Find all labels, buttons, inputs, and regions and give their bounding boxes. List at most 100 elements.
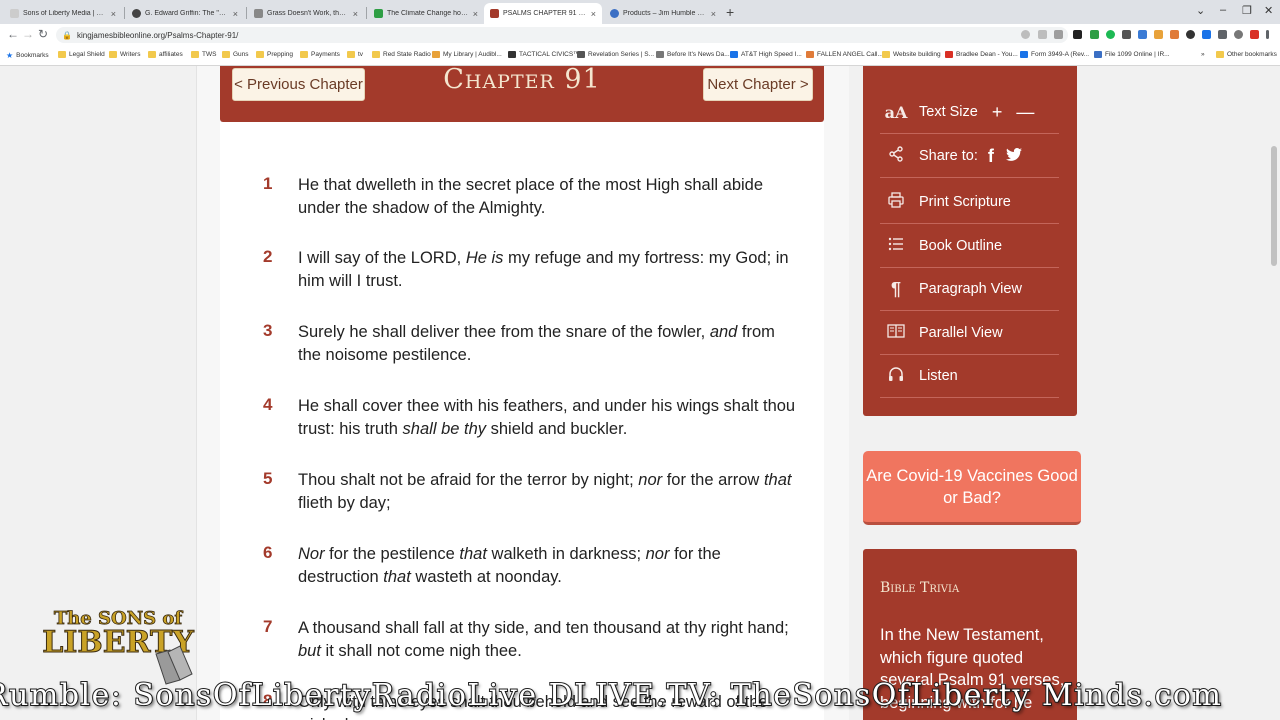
tab-close-icon[interactable]: × [111, 9, 116, 19]
verse-number[interactable]: 7 [263, 617, 283, 637]
parallel-view-label: Parallel View [919, 325, 1003, 341]
verse-text: He shall cover thee with his feathers, a… [298, 395, 798, 440]
verse-italic-text: that [383, 567, 411, 586]
extension-icon[interactable] [1250, 30, 1259, 39]
bookmark-item[interactable]: Form 3949-A (Rev... [1020, 51, 1089, 58]
bookmark-item[interactable]: affiliates [148, 51, 183, 58]
bookmark-item[interactable]: Website building [882, 51, 941, 58]
extension-icon[interactable] [1106, 30, 1115, 39]
share-page-icon[interactable] [1038, 30, 1047, 39]
tab-favicon-icon [254, 9, 263, 18]
text-size-row: aA Text Size + — [880, 91, 1059, 134]
browser-tab-active[interactable]: PSALMS CHAPTER 91 KJV × [484, 3, 602, 24]
extensions-puzzle-icon[interactable] [1218, 30, 1227, 39]
twitter-icon[interactable] [1005, 146, 1022, 167]
bookmark-item[interactable]: Red State Radio [372, 51, 431, 58]
verse-number[interactable]: 6 [263, 543, 283, 563]
bookmarks-overflow-button[interactable]: » [1201, 51, 1205, 58]
bookmark-star-icon[interactable] [1054, 30, 1063, 39]
bookmark-item[interactable]: My Library | Audibl... [432, 51, 502, 58]
tab-close-icon[interactable]: × [473, 9, 478, 19]
share-label: Share to: [919, 148, 978, 164]
scrollbar-thumb[interactable] [1271, 146, 1277, 266]
bookmark-item[interactable]: Payments [300, 51, 340, 58]
next-chapter-button[interactable]: Next Chapter > [703, 68, 813, 101]
bookmark-item[interactable]: Bradlee Dean - You... [945, 51, 1018, 58]
tab-close-icon[interactable]: × [711, 9, 716, 19]
verse-number[interactable]: 4 [263, 395, 283, 415]
browser-tab[interactable]: Products – Jim Humble Books × [604, 3, 722, 24]
new-tab-button[interactable]: + [726, 4, 734, 20]
bookmark-item[interactable]: tv [347, 51, 363, 58]
bookmark-item[interactable]: File 1099 Online | IR... [1094, 51, 1170, 58]
text-size-increase-button[interactable]: + [992, 102, 1003, 123]
bookmark-item[interactable]: Prepping [256, 51, 293, 58]
print-scripture-button[interactable]: Print Scripture [880, 181, 1059, 224]
back-arrow-icon[interactable]: ← [7, 27, 19, 41]
bookmark-item[interactable]: FALLEN ANGEL Call... [806, 51, 883, 58]
verse-number[interactable]: 1 [263, 174, 283, 194]
browser-tab[interactable]: The Climate Change hoax is a gl... × [368, 3, 484, 24]
facebook-icon[interactable]: f [988, 146, 994, 167]
bookmark-item[interactable]: TACTICAL CIVICS™ [508, 51, 580, 58]
verse-number[interactable]: 3 [263, 321, 283, 341]
browser-tab[interactable]: Sons of Liberty Media | Liberty &... × [4, 3, 122, 24]
tab-separator [246, 7, 247, 19]
share-row: Share to: f [880, 135, 1059, 178]
other-bookmarks[interactable]: Other bookmarks [1216, 51, 1277, 58]
bookmark-item[interactable]: Legal Shield [58, 51, 105, 58]
bookmark-item[interactable]: Guns [222, 51, 249, 58]
verse-number[interactable]: 8 [263, 691, 283, 711]
text-size-decrease-button[interactable]: — [1016, 102, 1034, 123]
browser-tab[interactable]: G. Edward Griffin: The "Science" ... × [126, 3, 244, 24]
extension-icon[interactable] [1170, 30, 1179, 39]
bookmark-item[interactable]: TWS [191, 51, 216, 58]
extension-icon[interactable] [1090, 30, 1099, 39]
paragraph-view-button[interactable]: ¶ Paragraph View [880, 268, 1059, 311]
extension-icon[interactable] [1154, 30, 1163, 39]
close-window-icon[interactable]: ✕ [1264, 4, 1273, 17]
verse-number[interactable]: 2 [263, 247, 283, 267]
tab-separator [124, 7, 125, 19]
reload-icon[interactable]: ↻ [38, 27, 48, 41]
site-icon [1020, 51, 1028, 58]
zoom-icon[interactable] [1021, 30, 1030, 39]
star-icon: ★ [6, 51, 14, 60]
tab-favicon-icon [490, 9, 499, 18]
folder-icon [109, 51, 117, 58]
extension-icon[interactable] [1186, 30, 1195, 39]
previous-chapter-button[interactable]: < Previous Chapter [232, 68, 365, 101]
verse-text-run: for the pestilence [324, 545, 460, 563]
verse-italic-text: that [763, 471, 792, 489]
extension-icon[interactable] [1122, 30, 1131, 39]
extension-icon[interactable] [1073, 30, 1082, 39]
bookmark-item[interactable]: Before It's News Da... [656, 51, 730, 58]
extension-icon[interactable] [1202, 30, 1211, 39]
tab-separator [366, 7, 367, 19]
folder-icon [148, 51, 156, 58]
browser-tab[interactable]: Grass Doesn't Work, the Rocks D... × [248, 3, 364, 24]
covid-vaccines-button[interactable]: Are Covid-19 Vaccines Good or Bad? [863, 451, 1081, 525]
maximize-icon[interactable]: ❐ [1242, 4, 1252, 17]
listen-button[interactable]: Listen [880, 355, 1059, 398]
tab-close-icon[interactable]: × [353, 9, 358, 19]
tab-close-icon[interactable]: × [233, 9, 238, 19]
verse-number[interactable]: 5 [263, 469, 283, 489]
verse-text: Surely he shall deliver thee from the sn… [298, 321, 798, 366]
bookmark-item[interactable]: ★ Bookmarks [6, 51, 49, 60]
bookmark-item[interactable]: Writers [109, 51, 140, 58]
address-bar[interactable]: 🔒 kingjamesbibleonline.org/Psalms-Chapte… [56, 27, 1068, 43]
menu-kebab-icon[interactable] [1266, 30, 1269, 39]
extension-icon[interactable] [1138, 30, 1147, 39]
profile-avatar-icon[interactable] [1234, 30, 1243, 39]
parallel-view-button[interactable]: Parallel View [880, 312, 1059, 355]
verse-italic-text: that [459, 545, 487, 563]
tab-close-icon[interactable]: × [591, 9, 596, 19]
tab-search-icon[interactable]: ⌄ [1196, 4, 1205, 17]
bookmark-item[interactable]: AT&T High Speed I... [730, 51, 802, 58]
minimize-icon[interactable]: – [1220, 4, 1226, 16]
verse-italic-text: and [709, 323, 738, 341]
forward-arrow-icon[interactable]: → [22, 27, 34, 41]
book-outline-button[interactable]: Book Outline [880, 225, 1059, 268]
bookmark-item[interactable]: Revelation Series | S... [577, 51, 654, 58]
